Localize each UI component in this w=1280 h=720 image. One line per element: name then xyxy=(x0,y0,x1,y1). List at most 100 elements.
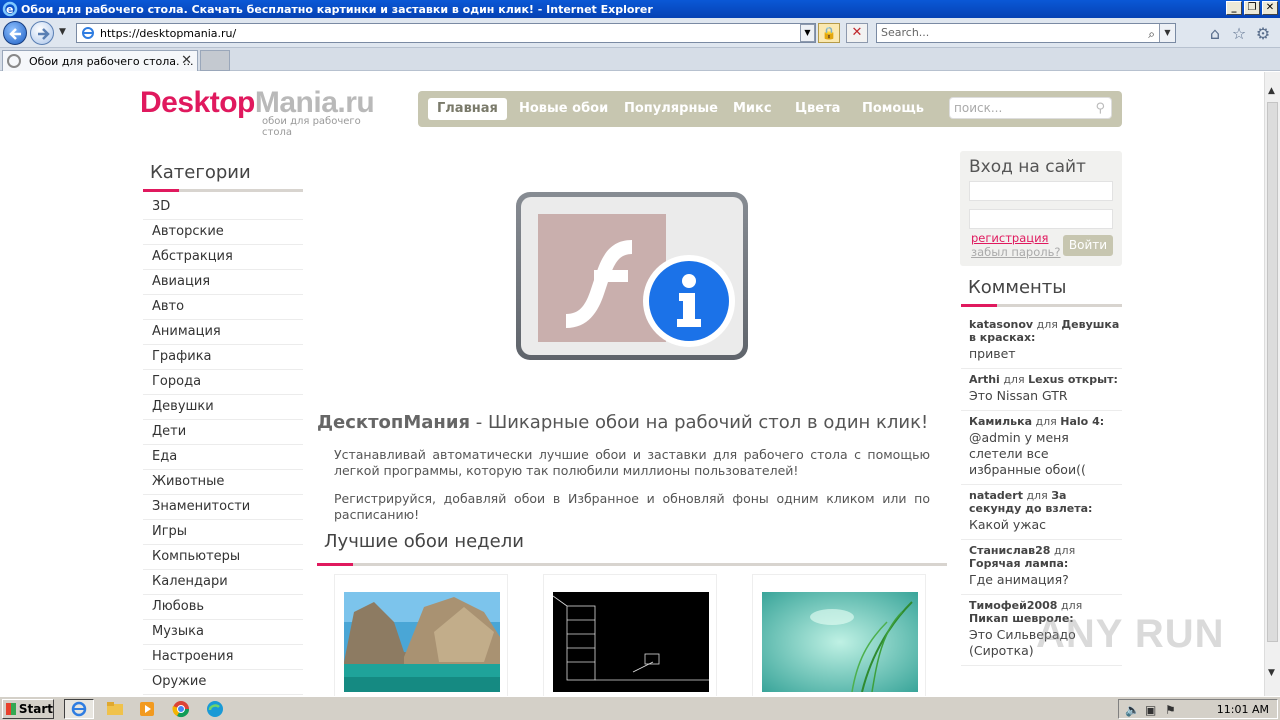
category-item[interactable]: Любовь xyxy=(143,595,303,620)
tab-active[interactable]: Обои для рабочего стола. ... ✕ xyxy=(2,50,198,71)
nav-colors[interactable]: Цвета xyxy=(786,98,849,120)
category-item[interactable]: Авторские xyxy=(143,220,303,245)
category-item[interactable]: Игры xyxy=(143,520,303,545)
ie-taskbar-icon xyxy=(71,701,87,717)
volume-icon[interactable]: 🔈 xyxy=(1125,703,1140,717)
comment-target[interactable]: Lexus открыт: xyxy=(1028,373,1118,386)
comment-user[interactable]: katasonov xyxy=(969,318,1033,331)
start-label: Start xyxy=(18,702,53,716)
back-arrow-icon xyxy=(9,28,21,40)
vertical-scrollbar[interactable]: ▲ ▼ xyxy=(1264,72,1280,696)
category-item[interactable]: Авиация xyxy=(143,270,303,295)
comment-user[interactable]: Станислав28 xyxy=(969,544,1050,557)
settings-gear-icon[interactable]: ⚙ xyxy=(1254,25,1272,43)
flash-logo-icon xyxy=(538,214,666,342)
category-item[interactable]: Компьютеры xyxy=(143,545,303,570)
comment-user[interactable]: natadert xyxy=(969,489,1023,502)
categories-underline xyxy=(143,189,303,192)
category-item[interactable]: Знаменитости xyxy=(143,495,303,520)
category-item[interactable]: Города xyxy=(143,370,303,395)
forward-button[interactable] xyxy=(30,21,54,45)
comment-item: katasonov для Девушка в красках: привет xyxy=(961,314,1122,369)
media-player-icon[interactable] xyxy=(138,700,156,718)
scroll-thumb[interactable] xyxy=(1267,102,1278,642)
nav-new[interactable]: Новые обои xyxy=(510,98,617,120)
wallpaper-card-1[interactable] xyxy=(334,574,508,696)
forgot-password-link[interactable]: забыл пароль? xyxy=(971,245,1060,259)
category-item[interactable]: Оружие xyxy=(143,670,303,695)
wallpaper-card-3[interactable] xyxy=(752,574,926,696)
search-dropdown-icon[interactable]: ▼ xyxy=(1159,24,1175,42)
comment-target[interactable]: Горячая лампа: xyxy=(969,557,1068,570)
category-item[interactable]: Дети xyxy=(143,420,303,445)
wallpaper-thumb-cliffs[interactable] xyxy=(344,592,500,692)
flag-icon[interactable]: ⚑ xyxy=(1165,703,1179,717)
category-item[interactable]: Еда xyxy=(143,445,303,470)
svg-text:e: e xyxy=(6,3,13,16)
restore-button[interactable]: ❐ xyxy=(1244,1,1260,15)
network-icon[interactable]: ▣ xyxy=(1145,703,1159,717)
wallpaper-thumb-grass[interactable] xyxy=(762,592,918,692)
window-title: Обои для рабочего стола. Скачать бесплат… xyxy=(21,2,653,16)
category-item[interactable]: Анимация xyxy=(143,320,303,345)
explorer-folder-icon[interactable] xyxy=(106,700,124,718)
tab-label: Обои для рабочего стола. ... xyxy=(29,54,194,68)
back-button[interactable] xyxy=(3,21,27,45)
comment-text: Где анимация? xyxy=(969,572,1069,587)
category-item[interactable]: 3D xyxy=(143,195,303,220)
nav-help[interactable]: Помощь xyxy=(853,98,933,120)
category-item[interactable]: Авто xyxy=(143,295,303,320)
category-item[interactable]: Музыка xyxy=(143,620,303,645)
scroll-up-icon[interactable]: ▲ xyxy=(1268,86,1275,96)
site-logo[interactable]: DesktopMania.ru обои для рабочего стола xyxy=(140,86,390,138)
edge-icon[interactable] xyxy=(206,700,224,718)
comment-connector: для xyxy=(1026,489,1048,502)
page-ie-icon xyxy=(82,27,94,39)
category-item[interactable]: Графика xyxy=(143,345,303,370)
comments-underline xyxy=(961,304,1122,307)
start-button[interactable]: Start xyxy=(2,699,54,719)
minimize-button[interactable]: _ xyxy=(1226,1,1242,15)
site-search-input[interactable]: поиск... ⚲ xyxy=(949,97,1112,119)
nav-popular[interactable]: Популярные xyxy=(615,98,727,120)
search-icon[interactable]: ⚲ xyxy=(1095,99,1105,119)
category-item[interactable]: Животные xyxy=(143,470,303,495)
comment-user[interactable]: Arthi xyxy=(969,373,1000,386)
category-item[interactable]: Календари xyxy=(143,570,303,595)
comment-connector: для xyxy=(1036,318,1058,331)
wallpaper-card-2[interactable] xyxy=(543,574,717,696)
tab-close-icon[interactable]: ✕ xyxy=(181,53,192,68)
comment-connector: для xyxy=(1003,373,1025,386)
address-text: https://desktopmania.ru/ xyxy=(100,26,237,40)
comment-target[interactable]: Halo 4: xyxy=(1060,415,1104,428)
lock-icon[interactable]: 🔒 xyxy=(818,23,840,43)
comment-user[interactable]: Камилька xyxy=(969,415,1032,428)
login-button[interactable]: Войти xyxy=(1063,235,1113,256)
system-tray: 🔈 ▣ ⚑ 11:01 AM xyxy=(1118,699,1278,719)
search-icon[interactable]: ⌕ xyxy=(1148,25,1155,43)
login-password-field[interactable] xyxy=(969,209,1113,229)
home-icon[interactable]: ⌂ xyxy=(1206,25,1224,43)
nav-mix[interactable]: Микс xyxy=(724,98,781,120)
stop-icon[interactable]: ✕ xyxy=(846,23,868,43)
scroll-down-icon[interactable]: ▼ xyxy=(1268,668,1275,678)
address-dropdown-icon[interactable]: ▼ xyxy=(800,24,815,42)
favorites-star-icon[interactable]: ☆ xyxy=(1230,25,1248,43)
browser-search-input[interactable]: Search... ⌕ ▼ xyxy=(876,23,1176,43)
login-username-field[interactable] xyxy=(969,181,1113,201)
flash-plugin-placeholder[interactable] xyxy=(516,192,748,360)
history-dropdown-icon[interactable]: ▼ xyxy=(59,27,66,37)
address-bar[interactable]: https://desktopmania.ru/ xyxy=(76,23,816,43)
nav-home[interactable]: Главная xyxy=(428,98,507,120)
login-panel: Вход на сайт регистрация забыл пароль? В… xyxy=(960,151,1122,266)
chrome-icon[interactable] xyxy=(172,700,190,718)
category-item[interactable]: Девушки xyxy=(143,395,303,420)
category-item[interactable]: Абстракция xyxy=(143,245,303,270)
close-window-button[interactable]: ✕ xyxy=(1262,1,1278,15)
logo-desktop: Desktop xyxy=(140,86,255,119)
category-item[interactable]: Настроения xyxy=(143,645,303,670)
comment-user[interactable]: Тимофей2008 xyxy=(969,599,1057,612)
wallpaper-thumb-wireframe[interactable] xyxy=(553,592,709,692)
new-tab-button[interactable] xyxy=(200,50,230,71)
register-link[interactable]: регистрация xyxy=(971,231,1048,245)
